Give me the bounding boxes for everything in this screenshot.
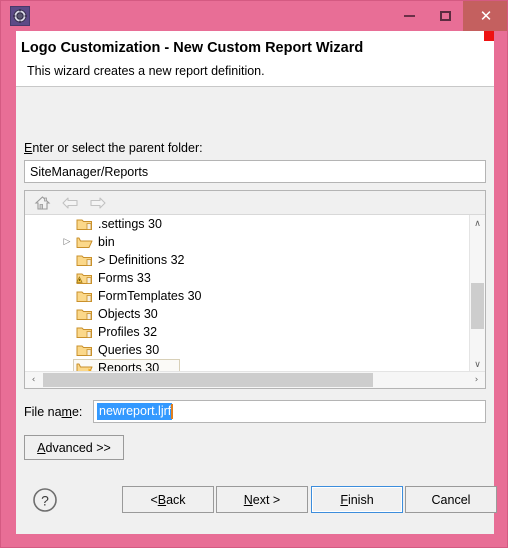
expand-icon[interactable]: ▷	[61, 237, 73, 247]
parent-folder-value: SiteManager/Reports	[30, 164, 149, 179]
red-corner-marker	[484, 31, 494, 41]
folder-closed-icon	[76, 252, 94, 268]
tree-row-label: FormTemplates 30	[98, 289, 202, 303]
folder-closed-icon	[76, 288, 94, 304]
file-name-value: newreport.ljrf	[97, 403, 173, 420]
btn-mnemonic: F	[340, 492, 348, 507]
forward-arrow-icon[interactable]	[87, 193, 109, 213]
tree-row-label: Queries 30	[98, 343, 160, 357]
label-mnemonic: m	[61, 405, 72, 419]
svg-text:?: ?	[41, 493, 49, 509]
btn-mnemonic: B	[157, 492, 167, 507]
vertical-scroll-thumb[interactable]	[471, 283, 484, 329]
btn-post: dvanced >>	[45, 440, 111, 455]
label-post: nter or select the parent folder:	[32, 141, 203, 155]
btn-pre: Cancel	[431, 492, 471, 507]
scroll-right-icon[interactable]: ›	[468, 372, 485, 388]
tree-row-label: .settings 30	[98, 217, 162, 231]
wizard-window: ✕ Logo Customization - New Custom Report…	[0, 0, 508, 548]
advanced-button[interactable]: Advanced >>	[24, 435, 124, 460]
folder-closed-icon	[76, 306, 94, 322]
close-icon: ✕	[479, 6, 493, 25]
text-caret	[171, 404, 174, 419]
title-bar: ✕	[1, 1, 507, 31]
tree-row-label: > Definitions 32	[98, 253, 185, 267]
folder-closed-icon	[76, 324, 94, 340]
label-pre: File na	[24, 405, 62, 419]
tree-row[interactable]: .settings 30	[25, 215, 469, 233]
tree-row[interactable]: Objects 30	[25, 305, 469, 323]
btn-mnemonic: A	[37, 440, 46, 455]
help-icon[interactable]: ?	[32, 487, 58, 513]
folder-closed-icon	[76, 342, 94, 358]
folder-tree-panel: .settings 30 ▷ bin > Definitions 32 Form…	[24, 190, 486, 389]
btn-post: inish	[347, 492, 374, 507]
btn-post: ack	[166, 492, 186, 507]
dialog-footer: ? < Back Next > Finish Cancel	[16, 471, 497, 534]
tree-row[interactable]: FormTemplates 30	[25, 287, 469, 305]
scroll-up-icon[interactable]: ∧	[470, 215, 485, 232]
dialog-header: Logo Customization - New Custom Report W…	[16, 31, 494, 87]
parent-folder-input[interactable]: SiteManager/Reports	[24, 160, 486, 183]
tree-row-label: Profiles 32	[98, 325, 158, 339]
folder-warning-icon	[76, 270, 94, 286]
minimize-button[interactable]	[391, 1, 427, 31]
btn-mnemonic: N	[243, 492, 253, 507]
scroll-left-icon[interactable]: ‹	[25, 372, 42, 388]
tree-row[interactable]: > Definitions 32	[25, 251, 469, 269]
tree-row[interactable]: Forms 33	[25, 269, 469, 287]
page-title: Logo Customization - New Custom Report W…	[21, 40, 363, 56]
folder-closed-icon	[76, 216, 94, 232]
tree-row[interactable]: ▷ bin	[25, 233, 469, 251]
maximize-button[interactable]	[427, 1, 463, 31]
back-button[interactable]: < Back	[122, 486, 214, 513]
tree-row[interactable]: Queries 30	[25, 341, 469, 359]
file-name-input[interactable]: newreport.ljrf	[93, 400, 486, 423]
file-name-label: File name:	[24, 405, 82, 419]
page-title-rest: - New Custom Report Wizard	[160, 40, 364, 56]
maximize-icon	[439, 11, 451, 21]
back-arrow-icon[interactable]	[59, 193, 81, 213]
parent-folder-label: Enter or select the parent folder:	[24, 141, 203, 155]
tree-toolbar	[25, 191, 485, 215]
home-icon[interactable]	[31, 193, 53, 213]
tree-row[interactable]: Profiles 32	[25, 323, 469, 341]
finish-button[interactable]: Finish	[311, 486, 403, 513]
dialog-body: Logo Customization - New Custom Report W…	[16, 31, 497, 534]
tree-row-label: Objects 30	[98, 307, 158, 321]
tree-row-label: bin	[98, 235, 115, 249]
folder-tree[interactable]: .settings 30 ▷ bin > Definitions 32 Form…	[25, 215, 469, 373]
gear-icon	[10, 6, 30, 26]
btn-pre: <	[150, 492, 158, 507]
page-subtitle: This wizard creates a new report definit…	[27, 64, 265, 78]
form-area: Enter or select the parent folder: SiteM…	[16, 88, 494, 502]
folder-open-icon	[76, 234, 94, 250]
horizontal-scroll-thumb[interactable]	[43, 373, 373, 387]
tree-row-label: Forms 33	[98, 271, 151, 285]
window-controls: ✕	[391, 1, 507, 31]
tree-horizontal-scrollbar[interactable]: ‹ ›	[25, 371, 485, 388]
close-button[interactable]: ✕	[463, 1, 507, 31]
label-post: e:	[71, 405, 83, 419]
page-title-bold: Logo Customization	[21, 40, 161, 56]
minimize-icon	[403, 15, 415, 17]
cancel-button[interactable]: Cancel	[405, 486, 497, 513]
btn-post: ext >	[252, 492, 281, 507]
tree-vertical-scrollbar[interactable]: ∧ ∨	[469, 215, 485, 373]
next-button[interactable]: Next >	[216, 486, 308, 513]
